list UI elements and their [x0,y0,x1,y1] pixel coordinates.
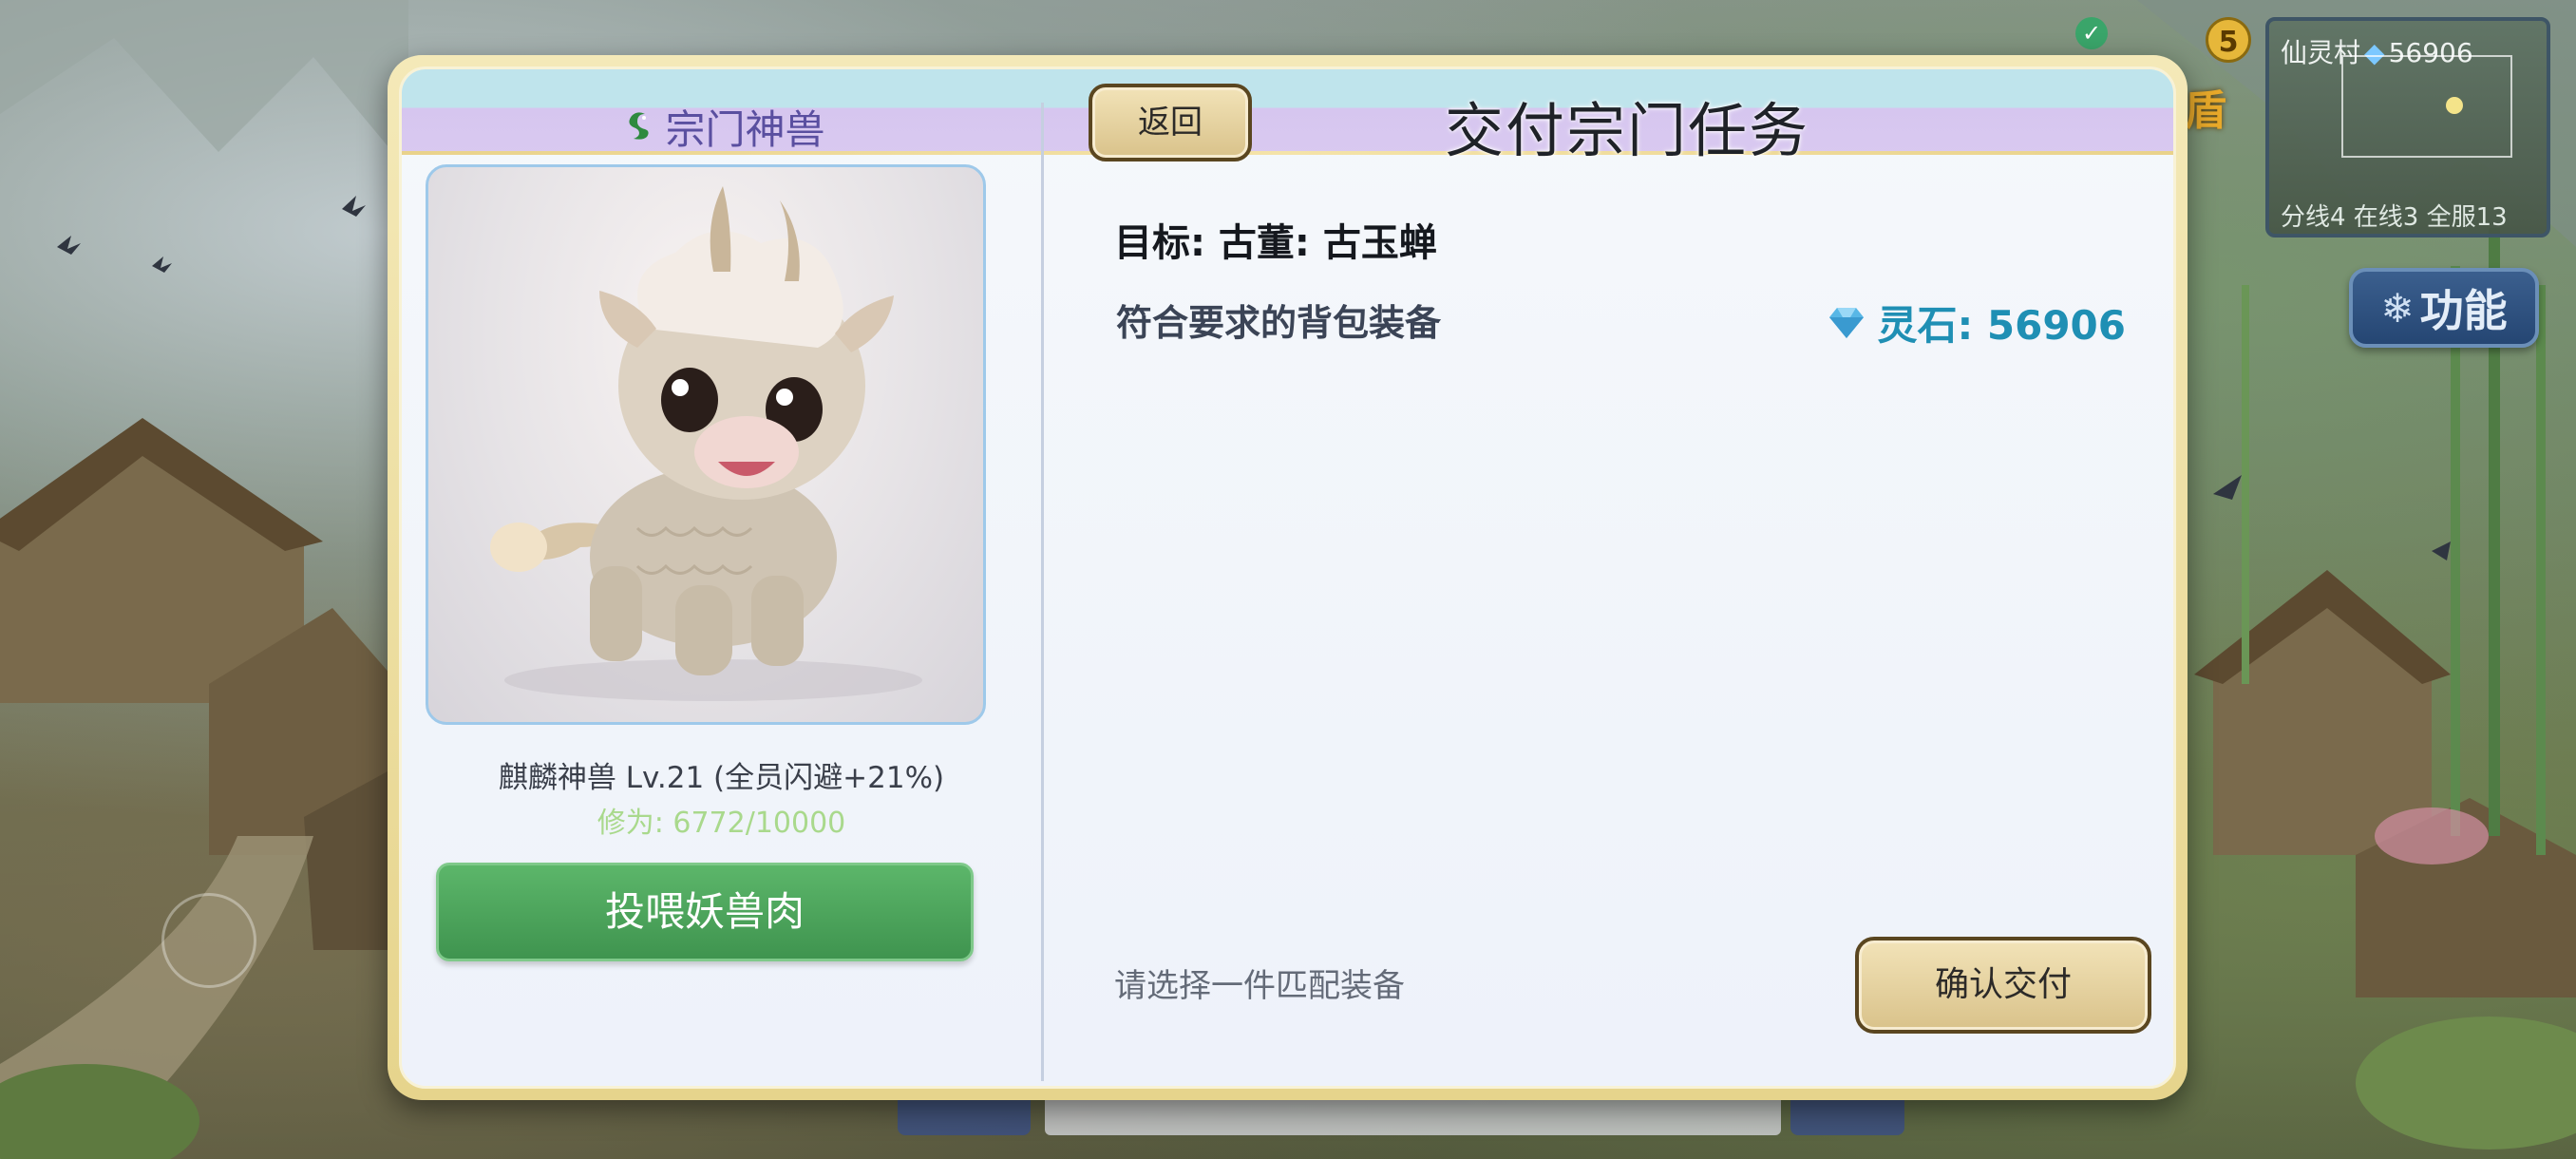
pet-name-level: 麒麟神兽 Lv.21 (全员闪避+21%) [498,761,945,795]
back-button[interactable]: 返回 [1089,84,1252,162]
minimap[interactable]: 仙灵村 ◆ 56906 分线4 在线3 全服13 [2265,17,2550,238]
minimap-view-frame [2341,55,2512,158]
server-status: 分线4 在线3 全服13 [2281,203,2508,232]
confirm-delivery-button[interactable]: 确认交付 [1855,937,2151,1034]
task-target: 目标: 古董: 古玉蝉 [1114,221,1437,265]
snowflake-icon: ❄ [2380,284,2415,332]
spirit-stone-text: 灵石: 56906 [1877,302,2126,349]
dialog-body: 宗门神兽 麒麟神兽 Lv.21 (全员闪避+21%) 修为: 6772/1000… [399,66,2176,1089]
virtual-joystick[interactable] [161,893,256,988]
pet-cultivation: 修为: 6772/10000 [597,807,846,840]
left-panel-title: 宗门神兽 [402,98,1041,156]
pet-portrait [426,164,986,725]
sect-task-dialog: 宗门神兽 麒麟神兽 Lv.21 (全员闪避+21%) 修为: 6772/1000… [388,55,2188,1100]
gem-icon [1826,304,1867,342]
player-marker [2446,97,2463,114]
left-panel-title-text: 宗门神兽 [665,106,825,153]
function-button[interactable]: ❄ 功能 [2349,268,2539,348]
requirement-label: 符合要求的背包装备 [1116,302,1442,344]
notification-badge[interactable]: 5 [2206,17,2251,63]
check-icon[interactable]: ✓ [2075,17,2108,49]
feed-button[interactable]: 投喂妖兽肉 [436,863,974,961]
function-label: 功能 [2419,285,2508,336]
dragon-icon [617,107,657,147]
spirit-stone-balance: 灵石: 56906 [1826,294,2126,352]
shield-label[interactable]: 盾 [2185,76,2226,137]
selection-hint: 请选择一件匹配装备 [1114,967,1405,1005]
pane-divider [1041,103,1044,1081]
